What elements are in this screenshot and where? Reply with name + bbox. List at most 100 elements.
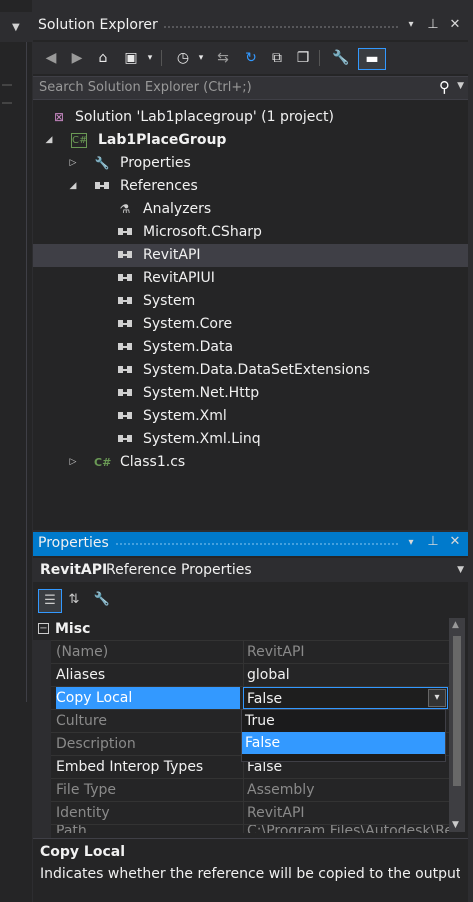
chevron-down-icon[interactable]: ▼ bbox=[12, 22, 20, 33]
copy-local-select[interactable]: False ▾ bbox=[243, 687, 448, 709]
object-selector[interactable]: RevitAPI Reference Properties ▼ bbox=[33, 558, 468, 582]
expanded-arrow-icon[interactable]: ◢ bbox=[67, 175, 79, 198]
close-button[interactable]: ✕ bbox=[446, 17, 464, 32]
properties-titlebar[interactable]: Properties ▾ ⊥ ✕ bbox=[33, 532, 468, 556]
property-row-name[interactable]: (Name) RevitAPI bbox=[51, 640, 449, 663]
tree-item-references[interactable]: ◢ References bbox=[33, 175, 468, 198]
property-row-identity[interactable]: Identity RevitAPI bbox=[51, 801, 449, 824]
search-box[interactable]: Search Solution Explorer (Ctrl+;) ⚲ ▼ bbox=[33, 76, 468, 100]
tree-item-reference[interactable]: System.Core bbox=[33, 313, 468, 336]
chevron-down-icon[interactable]: ▾ bbox=[428, 689, 446, 707]
chevron-down-icon[interactable]: ▾ bbox=[191, 48, 211, 68]
property-key: Description bbox=[56, 736, 136, 752]
tree-item-reference[interactable]: System.Net.Http bbox=[33, 382, 468, 405]
preview-icon[interactable]: ▬ bbox=[358, 48, 386, 70]
collapse-icon[interactable]: − bbox=[38, 623, 49, 634]
tree-item-reference[interactable]: System.Data.DataSetExtensions bbox=[33, 359, 468, 382]
pin-button[interactable]: ⊥ bbox=[424, 17, 442, 32]
collapsed-arrow-icon[interactable]: ▷ bbox=[67, 152, 79, 175]
search-icon[interactable]: ⚲ bbox=[439, 78, 450, 96]
tree-item-properties[interactable]: ▷ 🔧 Properties bbox=[33, 152, 468, 175]
properties-toolbar: ☰ ⇅ 🔧 bbox=[33, 586, 468, 614]
grip-icon bbox=[2, 84, 12, 104]
tree-item-label: System.Xml.Linq bbox=[143, 431, 261, 447]
chevron-down-icon[interactable]: ▼ bbox=[457, 558, 464, 582]
expanded-arrow-icon[interactable]: ◢ bbox=[43, 129, 55, 152]
tree-item-label: System bbox=[143, 293, 196, 309]
window-position-button[interactable]: ▾ bbox=[402, 537, 420, 548]
search-input[interactable]: Search Solution Explorer (Ctrl+;) bbox=[39, 80, 252, 95]
reference-icon bbox=[94, 175, 110, 198]
dropdown-option-true[interactable]: True bbox=[242, 710, 445, 732]
toolbar-separator bbox=[319, 50, 320, 66]
tree-item-reference[interactable]: System.Xml bbox=[33, 405, 468, 428]
toolbar-separator bbox=[161, 50, 162, 66]
description-pane: Copy Local Indicates whether the referen… bbox=[33, 838, 468, 901]
wrench-icon: 🔧 bbox=[94, 156, 110, 170]
back-icon[interactable]: ◀ bbox=[41, 48, 61, 68]
tree-item-reference[interactable]: System.Xml.Linq bbox=[33, 428, 468, 451]
property-key: Path bbox=[56, 824, 87, 833]
tree-item-reference[interactable]: Microsoft.CSharp bbox=[33, 221, 468, 244]
forward-icon[interactable]: ▶ bbox=[67, 48, 87, 68]
tree-item-reference[interactable]: RevitAPIUI bbox=[33, 267, 468, 290]
property-pages-icon[interactable]: 🔧 bbox=[91, 589, 113, 611]
copy-local-dropdown-list: True False bbox=[241, 709, 446, 762]
tree-item-solution[interactable]: ⊠ Solution 'Lab1placegroup' (1 project) bbox=[33, 106, 468, 129]
window-position-button[interactable]: ▾ bbox=[402, 19, 420, 30]
history-icon[interactable]: ◷ bbox=[173, 48, 193, 68]
category-label: Misc bbox=[55, 621, 91, 637]
collapse-all-icon[interactable]: ⧉ bbox=[267, 48, 287, 68]
chevron-down-icon[interactable]: ▾ bbox=[140, 48, 160, 68]
scroll-down-icon[interactable]: ▼ bbox=[452, 820, 459, 830]
category-misc[interactable]: − Misc bbox=[33, 618, 449, 640]
property-row-aliases[interactable]: Aliases global bbox=[51, 663, 449, 686]
title-grip bbox=[163, 25, 400, 29]
property-row-path[interactable]: Path C:\Program Files\Autodesk\Revit bbox=[51, 824, 449, 833]
dropdown-option-false[interactable]: False bbox=[242, 732, 445, 754]
tree-item-label: Solution 'Lab1placegroup' (1 project) bbox=[75, 109, 334, 125]
title-grip bbox=[115, 542, 400, 546]
tree-item-reference[interactable]: System bbox=[33, 290, 468, 313]
object-type: Reference Properties bbox=[106, 562, 252, 578]
scroll-up-icon[interactable]: ▲ bbox=[452, 620, 459, 630]
wrench-icon[interactable]: 🔧 bbox=[331, 48, 351, 68]
home-icon[interactable]: ⌂ bbox=[93, 48, 113, 68]
tree-item-reference-selected[interactable]: RevitAPI bbox=[33, 244, 468, 267]
tree-item-label: Class1.cs bbox=[120, 454, 186, 470]
panel-title: Solution Explorer bbox=[38, 17, 158, 33]
property-value[interactable]: global bbox=[243, 664, 451, 686]
tree-item-label: Lab1PlaceGroup bbox=[98, 132, 227, 148]
object-name: RevitAPI bbox=[40, 562, 108, 578]
scroll-thumb[interactable] bbox=[453, 636, 461, 786]
property-row-copy-local[interactable]: Copy Local False ▾ bbox=[51, 686, 449, 709]
tree-item-file[interactable]: ▷ C# Class1.cs bbox=[33, 451, 468, 474]
tree-item-label: References bbox=[120, 178, 198, 194]
reference-icon bbox=[117, 382, 133, 405]
divider bbox=[26, 42, 27, 702]
chevron-down-icon[interactable]: ▼ bbox=[457, 81, 464, 91]
tree-item-reference[interactable]: ⚗ Analyzers bbox=[33, 198, 468, 221]
solution-explorer-titlebar[interactable]: Solution Explorer ▾ ⊥ ✕ bbox=[33, 12, 468, 40]
show-all-files-icon[interactable]: ❐ bbox=[293, 48, 313, 68]
property-row-file-type[interactable]: File Type Assembly bbox=[51, 778, 449, 801]
property-value: False bbox=[247, 691, 283, 707]
csharp-file-icon: C# bbox=[94, 456, 112, 469]
tree-item-label: System.Net.Http bbox=[143, 385, 260, 401]
tree-item-project[interactable]: ◢ C# Lab1PlaceGroup bbox=[33, 129, 468, 152]
property-key: (Name) bbox=[56, 644, 109, 660]
description-title: Copy Local bbox=[40, 844, 125, 860]
sync-icon[interactable]: ⇆ bbox=[213, 48, 233, 68]
collapsed-arrow-icon[interactable]: ▷ bbox=[67, 451, 79, 474]
left-panel-strip: ▼ bbox=[0, 0, 32, 902]
pin-button[interactable]: ⊥ bbox=[424, 534, 442, 549]
refresh-icon[interactable]: ↻ bbox=[241, 48, 261, 68]
solution-icon: ⊠ bbox=[53, 110, 65, 124]
property-key: Embed Interop Types bbox=[56, 759, 204, 775]
switch-views-icon[interactable]: ▣ bbox=[121, 48, 141, 68]
alphabetical-icon[interactable]: ⇅ bbox=[63, 589, 85, 611]
tree-item-reference[interactable]: System.Data bbox=[33, 336, 468, 359]
close-button[interactable]: ✕ bbox=[446, 534, 464, 549]
categorized-icon[interactable]: ☰ bbox=[38, 589, 62, 613]
property-grid-scrollbar[interactable]: ▲ ▼ bbox=[449, 618, 465, 832]
